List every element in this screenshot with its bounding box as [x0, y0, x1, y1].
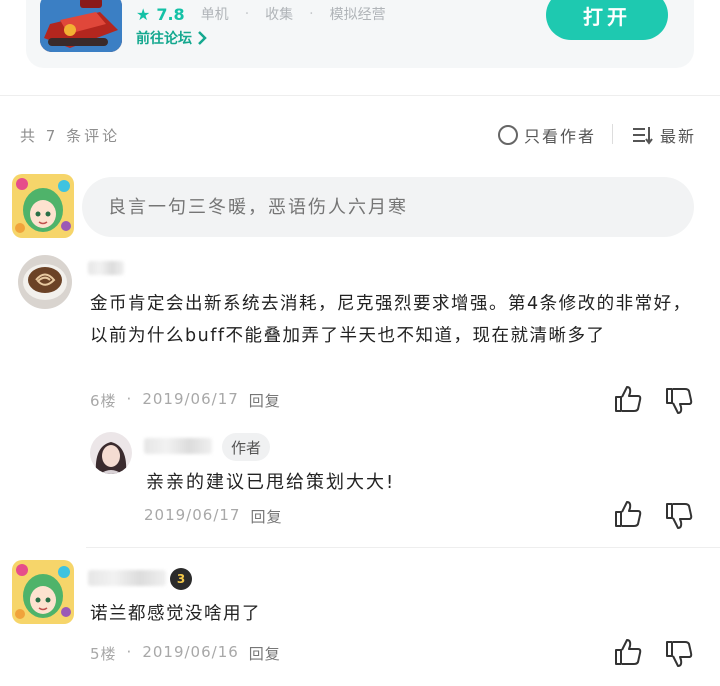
- reply-button[interactable]: 回复: [250, 506, 282, 527]
- anime-avatar-icon: [12, 560, 74, 624]
- avatar[interactable]: [18, 255, 72, 309]
- avatar[interactable]: [12, 560, 74, 624]
- tag: 收集: [265, 7, 294, 23]
- floor-number: 5楼: [90, 645, 117, 663]
- only-author-label: 只看作者: [524, 127, 597, 146]
- comments-count: 共 7 条评论: [20, 127, 121, 145]
- coffee-avatar-icon: [18, 255, 72, 309]
- girl-avatar-icon: [90, 432, 132, 474]
- dot-separator: ·: [126, 390, 133, 408]
- author-badge: 作者: [222, 433, 270, 461]
- comment-meta: 6楼 · 2019/06/17 回复: [90, 390, 281, 411]
- username-blurred: [88, 570, 166, 586]
- reply-text: 亲亲的建议已甩给策划大大!: [146, 472, 396, 493]
- star-icon: ★: [136, 4, 151, 24]
- reply-button[interactable]: 回复: [249, 390, 281, 411]
- comment-input[interactable]: [82, 177, 694, 237]
- reply-button[interactable]: 回复: [249, 643, 281, 664]
- radio-circle-icon: [498, 125, 518, 145]
- forum-link-label: 前往论坛: [136, 31, 192, 47]
- dot-separator: ·: [309, 6, 314, 22]
- rating-value: 7.8: [156, 4, 185, 24]
- divider: [0, 95, 720, 96]
- tag: 模拟经营: [329, 7, 386, 23]
- dot-separator: ·: [126, 643, 133, 661]
- thumbs-down-icon[interactable]: [664, 639, 694, 669]
- comment-date: 2019/06/17: [142, 390, 239, 408]
- only-author-toggle[interactable]: 只看作者: [498, 123, 596, 147]
- tag: 单机: [200, 7, 229, 23]
- anime-avatar-icon: [12, 174, 74, 238]
- robot-tank-icon: [40, 0, 122, 52]
- sort-label: 最新: [660, 127, 697, 146]
- comment-meta: 5楼 · 2019/06/16 回复: [90, 643, 281, 664]
- floor-number: 6楼: [90, 392, 117, 410]
- author-avatar[interactable]: [90, 432, 132, 474]
- thumbs-down-icon[interactable]: [664, 386, 694, 416]
- game-icon[interactable]: [40, 0, 122, 52]
- thumbs-down-icon[interactable]: [664, 501, 694, 531]
- sort-lines-icon: [633, 127, 653, 145]
- level-badge: 3: [170, 568, 192, 590]
- open-button[interactable]: 打开: [546, 0, 668, 40]
- author-name-blurred: [144, 438, 212, 454]
- thumbs-up-icon[interactable]: [613, 637, 643, 667]
- my-avatar[interactable]: [12, 174, 74, 238]
- sort-newest-button[interactable]: 最新: [632, 123, 696, 147]
- chevron-right-icon: [198, 31, 207, 45]
- rating-row: ★ 7.8 单机 · 收集 · 模拟经营: [136, 4, 386, 24]
- thumbs-up-icon[interactable]: [613, 384, 643, 414]
- comment-date: 2019/06/16: [142, 643, 239, 661]
- dot-separator: ·: [244, 6, 250, 22]
- reply-meta: 2019/06/17 回复: [144, 506, 282, 527]
- comment-text: 诺兰都感觉没啥用了: [90, 604, 261, 624]
- reply-date: 2019/06/17: [144, 506, 241, 524]
- divider: [86, 547, 720, 548]
- comment-text: 金币肯定会出新系统去消耗，尼克强烈要求增强。第4条修改的非常好，以前为什么buf…: [90, 294, 692, 346]
- forum-link[interactable]: 前往论坛: [136, 28, 208, 48]
- username-blurred: [88, 261, 124, 275]
- thumbs-up-icon[interactable]: [613, 499, 643, 529]
- divider: [612, 124, 613, 144]
